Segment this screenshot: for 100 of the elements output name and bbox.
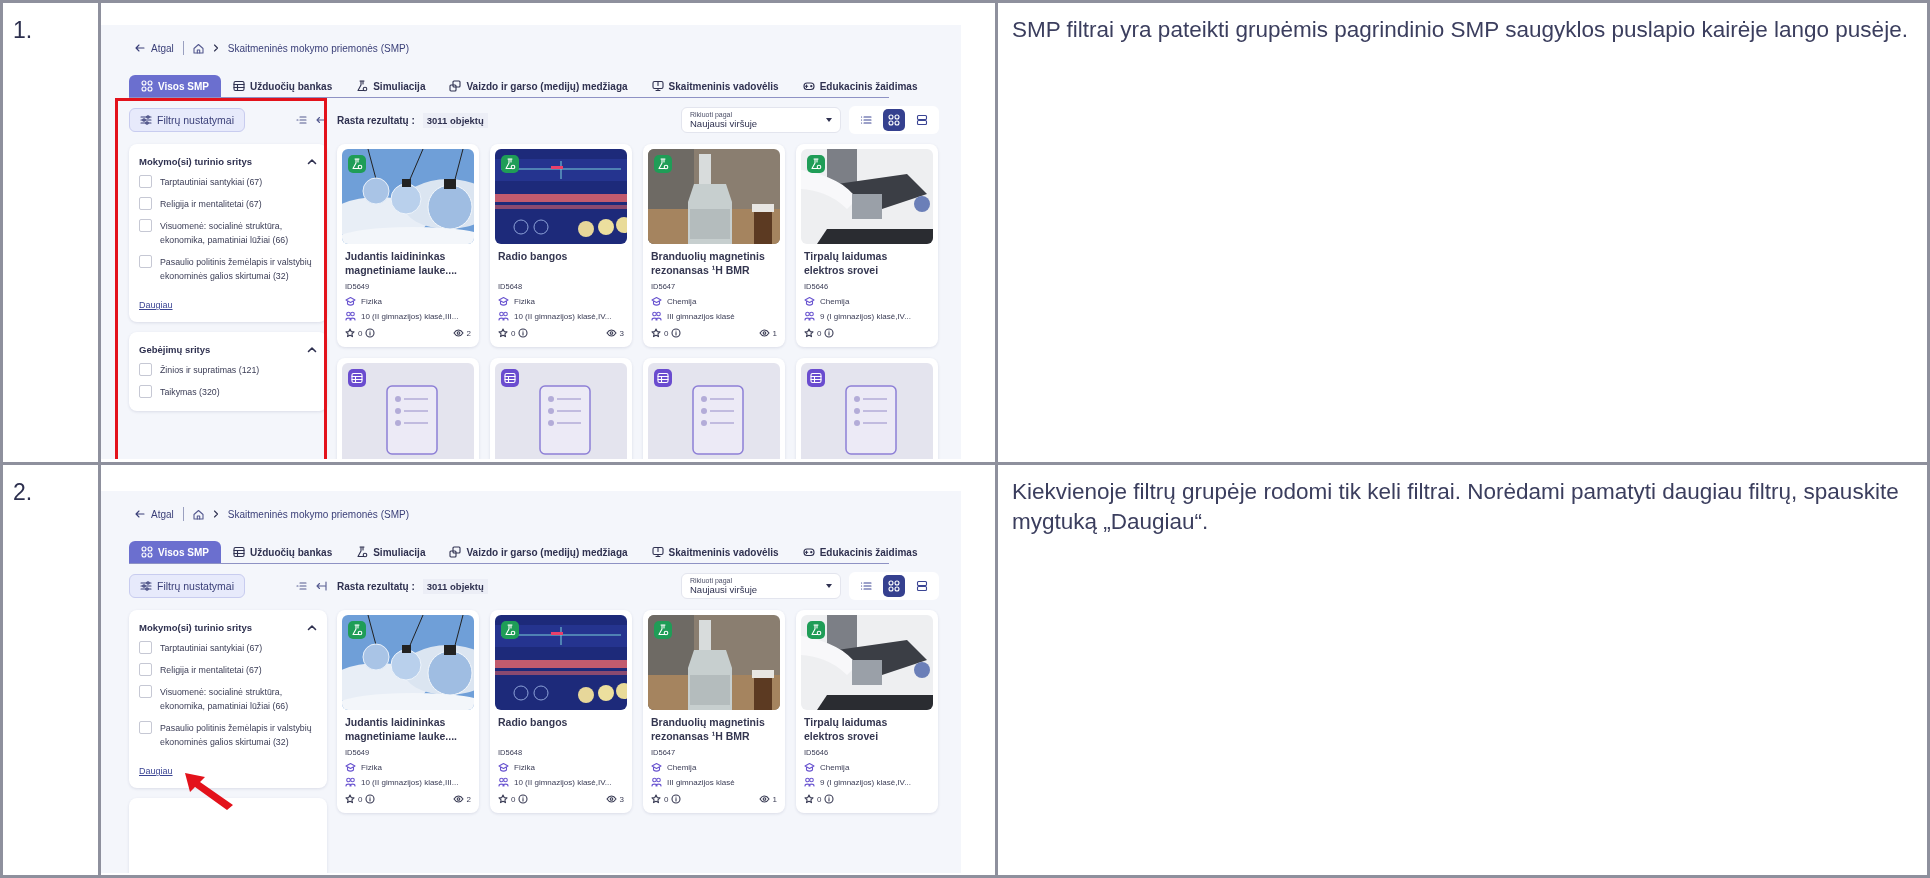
view-count: 3 (619, 328, 624, 338)
card-grades: 10 (II gimnazijos) klasė,IV... (514, 777, 612, 787)
checkbox[interactable] (139, 721, 152, 734)
info-icon (365, 328, 376, 338)
card-subject: Chemija (820, 296, 850, 306)
filter-settings-button[interactable]: Filtrų nustatymai (129, 574, 246, 598)
eye-icon (452, 329, 464, 337)
filter-group-title: Mokymo(si) turinio sritys (139, 622, 252, 633)
breadcrumb-current: Skaitmeninės mokymo priemonės (SMP) (227, 508, 409, 520)
gamepad-icon (802, 546, 815, 558)
rating-count: 0 (817, 794, 822, 804)
eye-icon (452, 795, 464, 803)
graduation-cap-icon (345, 762, 356, 772)
sliders-icon (140, 580, 152, 592)
view-count: 2 (466, 794, 471, 804)
card-grades: III gimnazijos klasė (667, 311, 735, 321)
grid-icon (888, 114, 900, 126)
card-title: Branduolių magnetinis rezonansas ¹H BMR (650, 249, 766, 277)
view-count: 1 (772, 328, 777, 338)
tab[interactable]: Užduočių bankas (220, 541, 345, 563)
star-icon (498, 328, 508, 338)
table-icon (232, 80, 245, 92)
people-icon (804, 777, 815, 787)
card-subject: Chemija (667, 762, 697, 772)
card-grades: 10 (II gimnazijos) klasė,IV... (514, 311, 612, 321)
results-label: Rasta rezultatų : (337, 114, 415, 126)
tab[interactable]: Vaizdo ir garso (medijų) medžiaga (437, 75, 640, 97)
document-drawing (692, 385, 744, 455)
filter-group-title: Gebėjimų sritys (139, 344, 211, 355)
resource-card[interactable] (796, 358, 938, 459)
step-description: SMP filtrai yra pateikti grupėmis pagrindinio SMP saugyklos puslapio kairėje lango pusėje. (1011, 16, 1909, 44)
tab[interactable]: Simuliacija (344, 541, 438, 563)
tab[interactable]: Vaizdo ir garso (medijų) medžiaga (437, 541, 640, 563)
rating-count: 0 (511, 794, 516, 804)
rating-count: 0 (817, 328, 822, 338)
people-icon (498, 311, 509, 321)
caret-icon (826, 584, 832, 588)
flask-icon (356, 546, 369, 558)
checkbox[interactable] (139, 363, 152, 376)
breadcrumb-current: Skaitmeninės mokymo priemonės (SMP) (227, 42, 409, 54)
filter-option-label: Tarptautiniai santykiai (67) (160, 176, 263, 189)
graduation-cap-icon (651, 762, 662, 772)
card-title: Radio bangos (497, 249, 569, 264)
rating-count: 0 (511, 328, 516, 338)
card-grades: 10 (II gimnazijos) klasė,III... (361, 777, 459, 787)
card-grades: 9 (I gimnazijos) klasė,IV... (820, 777, 911, 787)
more-link[interactable]: Daugiau (139, 300, 173, 310)
eye-icon (758, 329, 770, 337)
card-title: Tirpalų laidumas elektros srovei (803, 715, 889, 743)
tab[interactable]: Užduočių bankas (220, 75, 345, 97)
graduation-cap-icon (498, 762, 509, 772)
info-icon (365, 794, 376, 804)
list-icon (860, 114, 872, 126)
chevron-right-icon (212, 510, 219, 518)
filter-option-label: Religija ir mentalitetai (67) (160, 664, 262, 677)
results-count: 3011 objektų (422, 112, 488, 128)
checkbox[interactable] (139, 219, 152, 232)
checkbox[interactable] (139, 685, 152, 698)
tab[interactable]: Skaitmeninis vadovėlis (639, 75, 791, 97)
resource-card[interactable] (490, 358, 632, 459)
tab[interactable]: Edukacinis žaidimas (790, 541, 930, 563)
tab[interactable]: Visos SMP (129, 75, 221, 97)
view-count: 2 (466, 328, 471, 338)
sliders-icon (140, 114, 152, 126)
star-icon (804, 794, 814, 804)
resource-card[interactable] (643, 358, 785, 459)
card-title: Judantis laidininkas magnetiniame lauke.... (344, 249, 459, 277)
tab[interactable]: Visos SMP (129, 541, 221, 563)
checkbox[interactable] (139, 641, 152, 654)
filter-settings-button[interactable]: Filtrų nustatymai (129, 108, 246, 132)
checkbox[interactable] (139, 663, 152, 676)
graduation-cap-icon (345, 296, 356, 306)
view-mode-button[interactable] (883, 575, 905, 597)
checkbox[interactable] (139, 175, 152, 188)
back-link[interactable]: Atgal (135, 42, 174, 54)
more-link[interactable]: Daugiau (139, 766, 173, 776)
tab[interactable]: Edukacinis žaidimas (790, 75, 930, 97)
back-arrow-icon (135, 510, 145, 518)
grid-icon (888, 580, 900, 592)
star-icon (651, 328, 661, 338)
checkbox[interactable] (139, 255, 152, 268)
rating-count: 0 (664, 328, 669, 338)
gamepad-icon (802, 80, 815, 92)
resource-card[interactable] (337, 358, 479, 459)
people-icon (804, 311, 815, 321)
graduation-cap-icon (804, 296, 815, 306)
view-mode-button[interactable] (883, 109, 905, 131)
back-link[interactable]: Atgal (135, 508, 174, 520)
card-subject: Chemija (667, 296, 697, 306)
tab[interactable]: Skaitmeninis vadovėlis (639, 541, 791, 563)
card-subject: Fizika (514, 762, 535, 772)
eye-icon (605, 329, 617, 337)
tab[interactable]: Simuliacija (344, 75, 438, 97)
table-icon (232, 546, 245, 558)
checkbox[interactable] (139, 385, 152, 398)
filter-option-label: Tarptautiniai santykiai (67) (160, 642, 263, 655)
checkbox[interactable] (139, 197, 152, 210)
star-icon (804, 328, 814, 338)
people-icon (345, 311, 356, 321)
people-icon (651, 777, 662, 787)
